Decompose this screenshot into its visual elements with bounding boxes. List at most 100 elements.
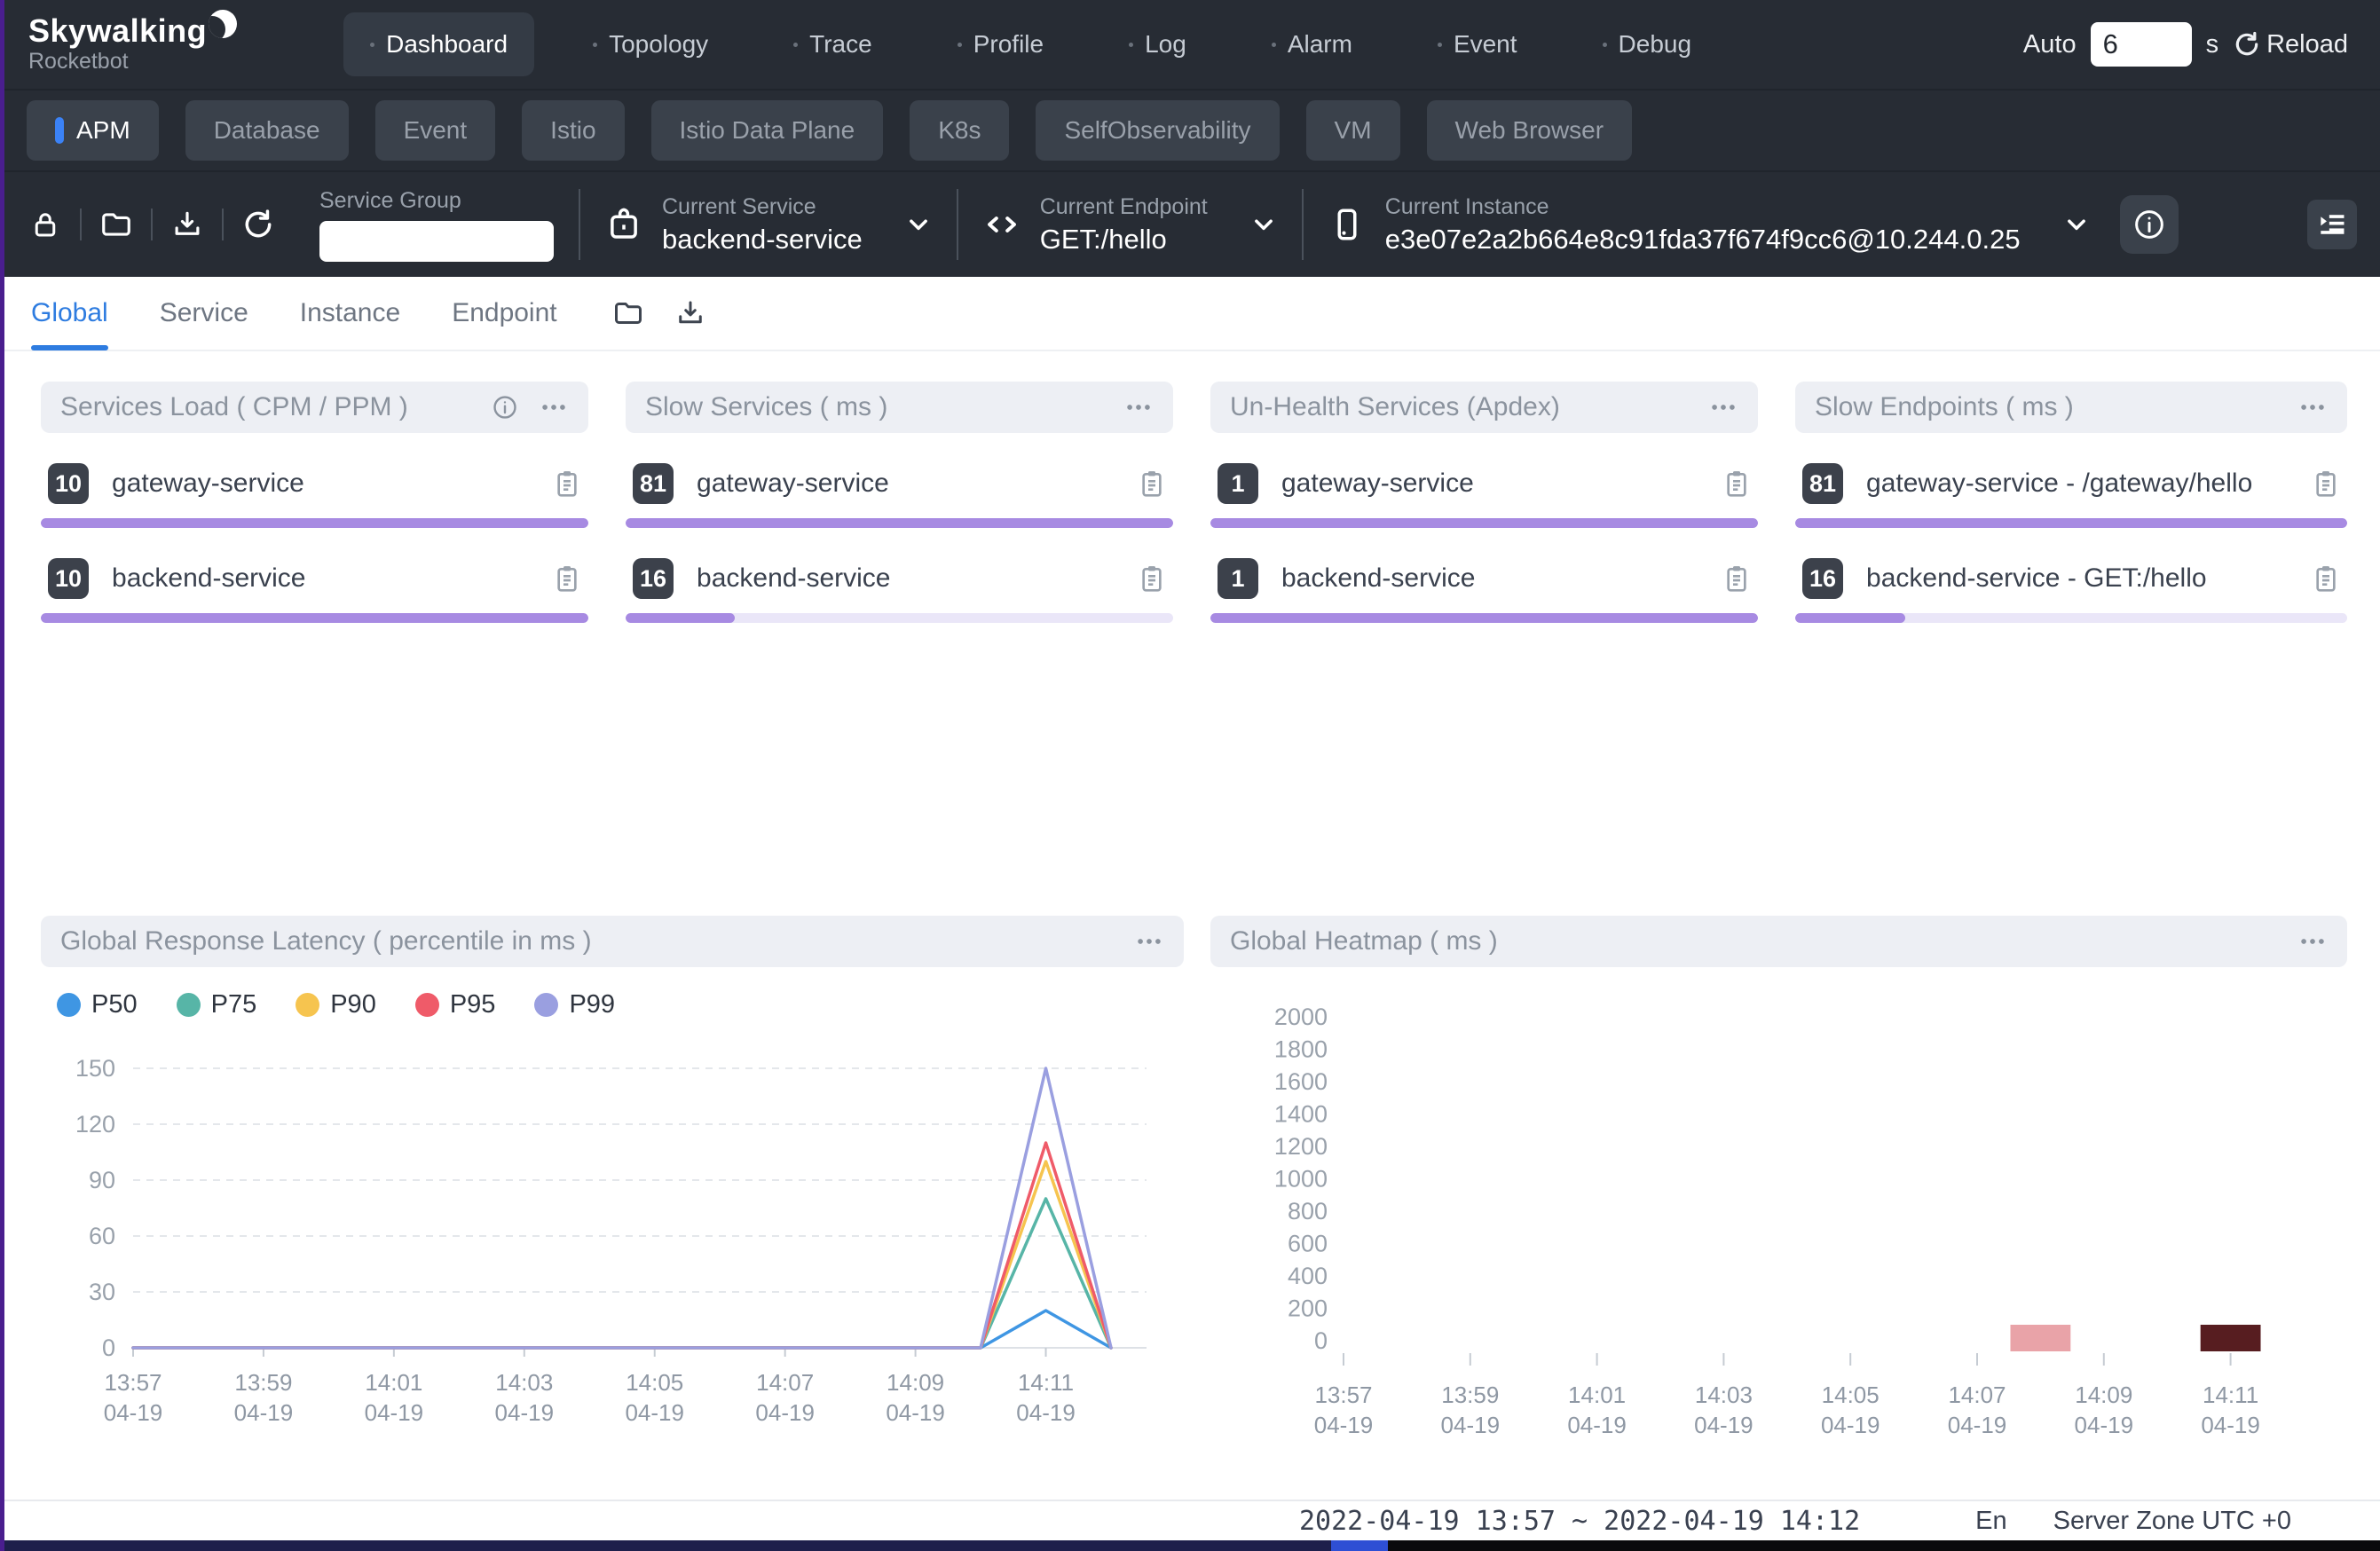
metric-value-badge: 10	[48, 463, 89, 504]
clipboard-copy-icon[interactable]	[1722, 563, 1751, 594]
layer-tab-label: Istio	[550, 116, 595, 145]
svg-text:120: 120	[75, 1111, 115, 1138]
import-download-icon[interactable]	[674, 297, 706, 329]
info-button[interactable]	[2120, 195, 2179, 254]
folder-icon[interactable]	[612, 297, 644, 329]
chevron-down-icon[interactable]	[905, 211, 932, 238]
layer-tab-k8s[interactable]: K8s	[910, 100, 1009, 161]
nav-item-trace[interactable]: Trace	[767, 12, 899, 76]
layer-tab-label: Istio Data Plane	[680, 116, 855, 145]
tab-global[interactable]: Global	[31, 276, 108, 350]
layer-tab-selfobservability[interactable]: SelfObservability	[1036, 100, 1279, 161]
reload-button[interactable]: Reload	[2233, 30, 2348, 59]
more-menu-icon[interactable]	[2297, 926, 2328, 957]
nav-item-label: Topology	[609, 30, 708, 59]
folder-button[interactable]	[96, 204, 137, 245]
metric-name: backend-service	[112, 563, 553, 594]
layer-tab-istio[interactable]: Istio	[522, 100, 624, 161]
current-instance-select[interactable]: Current Instance e3e07e2a2b664e8c91fda37…	[1328, 194, 2090, 256]
legend-label: P95	[450, 990, 496, 1020]
language-switch[interactable]: En	[1975, 1507, 2006, 1536]
service-group-input[interactable]	[319, 221, 554, 262]
more-menu-icon[interactable]	[2297, 392, 2328, 422]
service-icon	[605, 206, 642, 243]
auto-interval-input[interactable]	[2091, 22, 2192, 67]
more-menu-icon[interactable]	[1123, 392, 1154, 422]
svg-text:04-19: 04-19	[755, 1399, 815, 1426]
info-circle-icon[interactable]	[491, 393, 519, 421]
layer-tab-bar: APM Database Event Istio Istio Data Plan…	[0, 89, 2380, 170]
chevron-down-icon[interactable]	[2063, 211, 2090, 238]
tab-service[interactable]: Service	[160, 276, 248, 350]
legend-item-p50[interactable]: P50	[57, 990, 138, 1020]
metric-row: 16 backend-service	[626, 558, 1173, 599]
metric-value-badge: 1	[1218, 463, 1258, 504]
metric-name: backend-service	[1281, 563, 1722, 594]
tab-endpoint[interactable]: Endpoint	[452, 276, 556, 350]
svg-text:04-19: 04-19	[1821, 1412, 1880, 1438]
logo-subtitle: Rocketbot	[28, 49, 237, 75]
svg-text:13:59: 13:59	[1441, 1382, 1499, 1408]
nav-item-label: Dashboard	[386, 30, 508, 59]
clipboard-copy-icon[interactable]	[553, 468, 581, 500]
legend-item-p99[interactable]: P99	[534, 990, 615, 1020]
folder-icon	[99, 208, 133, 241]
clipboard-copy-icon[interactable]	[1138, 468, 1166, 500]
tab-instance[interactable]: Instance	[300, 276, 400, 350]
nav-item-log[interactable]: Log	[1102, 12, 1213, 76]
server-zone-control[interactable]: Server Zone UTC +0	[2053, 1507, 2291, 1536]
clipboard-copy-icon[interactable]	[2312, 468, 2340, 500]
more-menu-icon[interactable]	[539, 392, 569, 422]
svg-text:04-19: 04-19	[625, 1399, 684, 1426]
card-title: Global Response Latency ( percentile in …	[60, 926, 1134, 957]
legend-item-p75[interactable]: P75	[177, 990, 257, 1020]
card-header: Global Response Latency ( percentile in …	[41, 916, 1184, 967]
layer-tab-database[interactable]: Database	[185, 100, 349, 161]
svg-text:0: 0	[102, 1334, 115, 1361]
layer-tab-vm[interactable]: VM	[1306, 100, 1400, 161]
layer-tab-apm[interactable]: APM	[27, 100, 159, 161]
clipboard-copy-icon[interactable]	[1138, 563, 1166, 594]
import-button[interactable]	[167, 204, 208, 245]
nav-item-topology[interactable]: Topology	[566, 12, 735, 76]
current-endpoint-label: Current Endpoint	[1040, 194, 1208, 220]
service-group-block: Service Group	[319, 188, 554, 262]
chevron-down-icon[interactable]	[1250, 211, 1277, 238]
metric-name: gateway-service - /gateway/hello	[1866, 468, 2312, 499]
clipboard-copy-icon[interactable]	[2312, 563, 2340, 594]
current-endpoint-select[interactable]: Current Endpoint GET:/hello	[983, 194, 1277, 256]
card-unhealth-services: Un-Health Services (Apdex) 1 gateway-ser…	[1210, 382, 1758, 896]
metric-name: gateway-service	[112, 468, 553, 499]
layer-tab-event[interactable]: Event	[375, 100, 496, 161]
legend-item-p95[interactable]: P95	[415, 990, 496, 1020]
more-menu-icon[interactable]	[1708, 392, 1738, 422]
nav-item-dashboard[interactable]: Dashboard	[343, 12, 534, 76]
metric-value-badge: 1	[1218, 558, 1258, 599]
lock-button[interactable]	[25, 204, 66, 245]
svg-text:04-19: 04-19	[495, 1399, 555, 1426]
nav-item-alarm[interactable]: Alarm	[1245, 12, 1379, 76]
current-instance-value: e3e07e2a2b664e8c91fda37f674f9cc6@10.244.…	[1385, 224, 2021, 256]
svg-text:04-19: 04-19	[1441, 1412, 1501, 1438]
nav-item-event[interactable]: Event	[1411, 12, 1544, 76]
nav-item-profile[interactable]: Profile	[931, 12, 1070, 76]
svg-text:04-19: 04-19	[365, 1399, 424, 1426]
info-circle-icon	[2132, 207, 2167, 242]
skywalking-logo[interactable]: Skywalking Rocketbot	[28, 15, 237, 75]
layer-tab-istio-data-plane[interactable]: Istio Data Plane	[651, 100, 884, 161]
clipboard-copy-icon[interactable]	[1722, 468, 1751, 500]
time-range-picker[interactable]: 2022-04-19 13:57 ~ 2022-04-19 14:12	[1299, 1506, 1860, 1537]
svg-text:04-19: 04-19	[104, 1399, 163, 1426]
current-service-select[interactable]: Current Service backend-service	[605, 194, 932, 256]
svg-text:14:03: 14:03	[495, 1369, 553, 1396]
layer-tab-web-browser[interactable]: Web Browser	[1427, 100, 1633, 161]
more-menu-icon[interactable]	[1134, 926, 1164, 957]
legend-label: P50	[91, 990, 138, 1020]
metric-value-badge: 16	[633, 558, 674, 599]
nav-item-debug[interactable]: Debug	[1576, 12, 1719, 76]
legend-item-p90[interactable]: P90	[296, 990, 376, 1020]
clipboard-copy-icon[interactable]	[553, 563, 581, 594]
svg-text:04-19: 04-19	[1948, 1412, 2007, 1438]
refresh-button[interactable]	[238, 204, 279, 245]
sidebar-toggle-button[interactable]	[2307, 200, 2357, 249]
